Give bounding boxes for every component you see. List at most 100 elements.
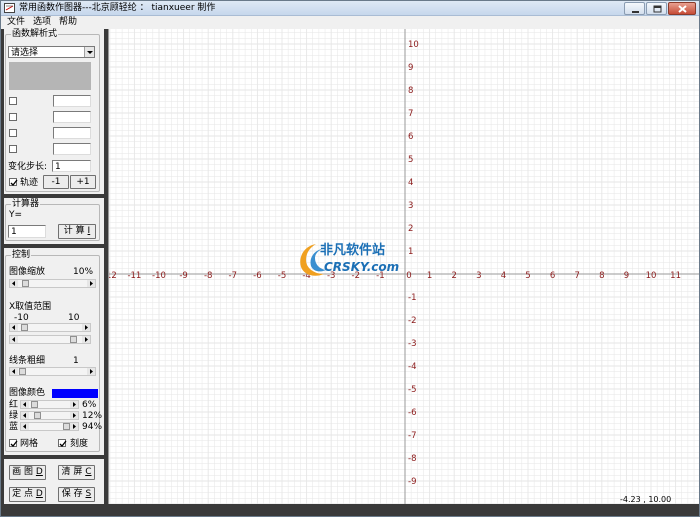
arrow-left-icon[interactable] [10,336,18,343]
maximize-button[interactable] [646,2,667,15]
save-button[interactable]: 保 存 S [58,487,95,502]
line-width-label: 线条粗细 [9,356,46,366]
y-tick-label: -8 [408,454,416,464]
y-tick-label: 10 [408,40,419,50]
draw-button[interactable]: 画 图 D [9,465,46,480]
xrange-min-slider[interactable] [9,323,91,332]
zoom-slider[interactable] [9,279,96,288]
zoom-slider-thumb[interactable] [22,280,29,287]
param-input-4[interactable] [53,143,91,155]
watermark-title: 非凡软件站 [320,243,386,258]
function-select[interactable]: 请选择 [8,46,95,58]
checkmark-icon [59,440,67,447]
chevron-down-icon[interactable] [84,47,94,57]
save-shortcut: S [85,489,92,499]
param-checkbox-1[interactable] [9,97,17,105]
trace-label: 轨迹 [20,178,39,188]
minimize-icon [632,11,639,13]
app-icon [4,3,15,13]
xrange-min-thumb[interactable] [21,324,28,331]
arrow-right-icon[interactable] [70,401,78,408]
color-swatch [52,389,98,398]
trace-checkbox[interactable] [9,178,18,186]
param-checkbox-3[interactable] [9,129,17,137]
blue-slider[interactable] [20,422,79,431]
x-tick-label: 10 [646,271,657,281]
close-icon [678,5,687,13]
param-checkbox-2[interactable] [9,113,17,121]
arrow-right-icon[interactable] [82,336,90,343]
arrow-left-icon[interactable] [10,280,18,287]
expression-display [9,62,91,90]
arrow-right-icon[interactable] [82,324,90,331]
y-tick-label: -1 [408,293,416,303]
param-input-2[interactable] [53,111,91,123]
clear-button[interactable]: 清 屏 C [58,465,95,480]
red-slider[interactable] [20,400,79,409]
step-value: 1 [55,162,61,172]
line-width-slider[interactable] [9,367,96,376]
red-slider-thumb[interactable] [31,401,38,408]
close-button[interactable] [668,2,696,15]
y-tick-label: -5 [408,385,416,395]
line-width-value: 1 [73,356,79,366]
grid-checkbox[interactable] [9,439,18,447]
x-tick-label: -9 [179,271,187,281]
x-tick-label: 6 [550,271,555,281]
arrow-left-icon[interactable] [10,324,18,331]
param-input-3[interactable] [53,127,91,139]
minimize-button[interactable] [624,2,645,15]
save-button-label: 保 存 [61,489,83,499]
draw-shortcut: D [35,467,43,477]
line-width-thumb[interactable] [19,368,26,375]
function-select-value: 请选择 [11,48,39,58]
arrow-left-icon[interactable] [21,401,29,408]
function-group-title: 函数解析式 [11,29,59,39]
panel-separator [1,194,104,198]
menu-help[interactable]: 帮助 [59,17,77,28]
calculator-input[interactable]: 1 [8,225,46,238]
xrange-max-value: 10 [68,313,80,323]
arrow-left-icon[interactable] [21,412,29,419]
set-point-button-label: 定 点 [12,489,34,499]
xrange-max-slider[interactable] [9,335,91,344]
x-tick-label: 3 [476,271,481,281]
y-tick-label: 9 [408,63,413,73]
green-label: 绿 [9,411,19,421]
x-tick-label: -7 [229,271,237,281]
calculate-button[interactable]: 计 算 I [58,224,96,239]
green-value: 12% [82,411,103,421]
xrange-max-thumb[interactable] [70,336,77,343]
xrange-label: X取值范围 [9,302,52,312]
arrow-right-icon[interactable] [87,368,95,375]
arrow-right-icon[interactable] [70,423,78,430]
ticks-checkbox[interactable] [58,439,67,447]
x-tick-label: -5 [278,271,286,281]
arrow-left-icon[interactable] [21,423,29,430]
green-slider-thumb[interactable] [34,412,41,419]
app-window: 常用函数作图器---北京顾轻纶 ： tianxueer 制作 文件 选项 帮助 … [0,0,700,517]
set-point-button[interactable]: 定 点 D [9,487,46,502]
calculator-input-value: 1 [11,227,17,237]
blue-slider-thumb[interactable] [63,423,70,430]
calculator-group-title: 计算器 [11,199,41,209]
menu-options[interactable]: 选项 [33,17,51,28]
clear-button-label: 清 屏 [61,467,83,477]
arrow-left-icon[interactable] [10,368,18,375]
step-input[interactable]: 1 [52,160,91,172]
title-bar[interactable]: 常用函数作图器---北京顾轻纶 ： tianxueer 制作 [1,1,699,16]
step-minus-button[interactable]: -1 [43,175,69,189]
param-input-1[interactable] [53,95,91,107]
arrow-right-icon[interactable] [70,412,78,419]
y-tick-label: 4 [408,178,413,188]
green-slider[interactable] [20,411,79,420]
menu-file[interactable]: 文件 [7,17,25,28]
arrow-right-icon[interactable] [87,280,95,287]
param-checkbox-4[interactable] [9,145,17,153]
calculate-button-label: 计 算 [63,226,85,236]
maximize-icon [653,5,662,13]
step-plus-button[interactable]: +1 [70,175,96,189]
x-tick-label: 9 [624,271,629,281]
zoom-label: 图像缩放 [9,267,46,277]
y-tick-label: 8 [408,86,413,96]
